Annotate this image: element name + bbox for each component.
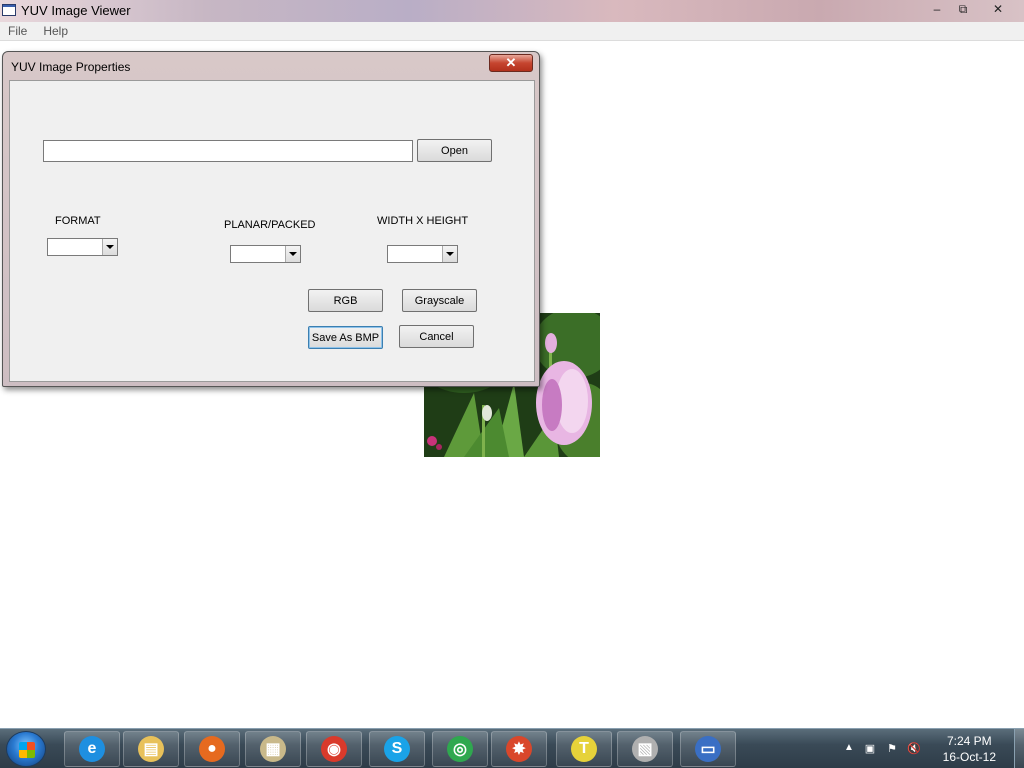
taskbar-button-app-window[interactable]: ▧ — [617, 731, 673, 767]
system-tray: ▲ ▣ ⚑ 🔇 7:24 PM 16-Oct-12 — [834, 729, 1024, 768]
taskbar-button-folder[interactable]: ▦ — [245, 731, 301, 767]
dialog-close-button[interactable]: ✕ — [489, 54, 533, 72]
cancel-button[interactable]: Cancel — [399, 325, 474, 348]
taskbar-button-yuv-viewer-taskbar[interactable]: ▭ — [680, 731, 736, 767]
menu-help[interactable]: Help — [35, 22, 76, 40]
menu-bar: File Help — [0, 22, 1024, 41]
file-explorer-icon: ▤ — [138, 736, 164, 762]
show-desktop-button[interactable] — [1014, 729, 1024, 768]
skype-icon: S — [384, 736, 410, 762]
taskbar-button-file-explorer[interactable]: ▤ — [123, 731, 179, 767]
planar-packed-label: PLANAR/PACKED — [224, 219, 316, 231]
size-dropdown[interactable] — [387, 245, 458, 263]
rgb-button-label: RGB — [333, 294, 358, 307]
save-as-bmp-button-label: Save As BMP — [311, 331, 380, 344]
close-icon: ✕ — [992, 2, 1004, 16]
cancel-button-label: Cancel — [419, 330, 454, 343]
taskbar-button-internet-explorer[interactable]: e — [64, 731, 120, 767]
close-icon: ✕ — [505, 55, 517, 70]
start-button[interactable] — [6, 731, 46, 767]
open-button-label: Open — [441, 144, 468, 157]
folder-icon: ▦ — [260, 736, 286, 762]
minimize-button[interactable]: ‒ — [924, 0, 950, 18]
taskbar: e ▤ ● ▦ ◉ S ◎ ✸ T ▧ ▭ ▲ ▣ ⚑ 🔇 7:24 PM 16-Oct-12 — [0, 728, 1024, 768]
format-label: FORMAT — [55, 215, 101, 227]
yuv-properties-dialog: YUV Image Properties ✕ Open FORMAT PLANA… — [2, 51, 540, 387]
taskbar-button-green-app[interactable]: ◎ — [432, 731, 488, 767]
clock[interactable]: 7:24 PM 16-Oct-12 — [943, 733, 996, 765]
paint-app-icon: ✸ — [506, 736, 532, 762]
taskbar-button-skype[interactable]: S — [369, 731, 425, 767]
close-button[interactable]: ✕ — [976, 0, 1020, 18]
maximize-button[interactable]: ⧉ — [950, 0, 976, 18]
flag-icon[interactable]: ⚑ — [884, 741, 900, 755]
dialog-body: Open FORMAT PLANAR/PACKED WIDTH X HEIGHT… — [9, 80, 535, 382]
show-hidden-icons-icon[interactable]: ▲ — [844, 742, 854, 753]
taskbar-button-firefox[interactable]: ● — [184, 731, 240, 767]
window-title: YUV Image Viewer — [21, 3, 131, 18]
grayscale-button-label: Grayscale — [414, 294, 465, 307]
dialog-title: YUV Image Properties — [11, 60, 131, 74]
clock-date: 16-Oct-12 — [942, 750, 996, 764]
grayscale-button[interactable]: Grayscale — [402, 289, 477, 312]
app-window-icon — [2, 4, 16, 16]
file-path-input[interactable] — [43, 140, 413, 162]
menu-file[interactable]: File — [0, 22, 35, 40]
window-controls: ‒ ⧉ ✕ — [924, 0, 1020, 18]
yuv-viewer-taskbar-icon: ▭ — [695, 736, 721, 762]
firefox-icon: ● — [199, 736, 225, 762]
green-app-icon: ◎ — [447, 736, 473, 762]
rgb-button[interactable]: RGB — [308, 289, 383, 312]
taskbar-button-paint-app[interactable]: ✸ — [491, 731, 547, 767]
chevron-down-icon — [442, 246, 457, 262]
open-button[interactable]: Open — [417, 139, 492, 162]
taskbar-button-text-editor[interactable]: T — [556, 731, 612, 767]
text-editor-icon: T — [571, 736, 597, 762]
taskbar-button-chrome[interactable]: ◉ — [306, 731, 362, 767]
network-icon[interactable]: ▣ — [862, 741, 878, 755]
main-titlebar: YUV Image Viewer ‒ ⧉ ✕ — [0, 0, 1024, 22]
restore-icon: ⧉ — [958, 1, 968, 16]
volume-muted-icon[interactable]: 🔇 — [906, 741, 922, 755]
chrome-icon: ◉ — [321, 736, 347, 762]
internet-explorer-icon: e — [79, 736, 105, 762]
chevron-down-icon — [102, 239, 117, 255]
format-dropdown[interactable] — [47, 238, 118, 256]
size-label: WIDTH X HEIGHT — [377, 215, 469, 227]
chevron-down-icon — [285, 246, 300, 262]
minimize-icon: ‒ — [933, 2, 941, 16]
planar-packed-dropdown[interactable] — [230, 245, 301, 263]
app-window-icon: ▧ — [632, 736, 658, 762]
save-as-bmp-button[interactable]: Save As BMP — [308, 326, 383, 349]
clock-time: 7:24 PM — [946, 734, 992, 748]
